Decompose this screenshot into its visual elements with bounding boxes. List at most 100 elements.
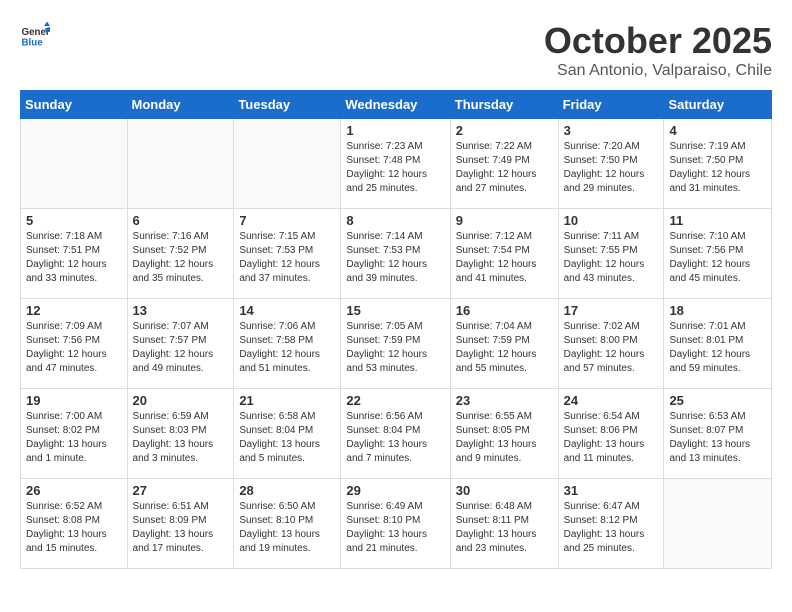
cell-info: Sunrise: 6:59 AMSunset: 8:03 PMDaylight:…	[133, 411, 214, 464]
cell-info: Sunrise: 6:53 AMSunset: 8:07 PMDaylight:…	[669, 411, 750, 464]
logo-icon: General Blue	[20, 20, 50, 50]
calendar-cell: 19 Sunrise: 7:00 AMSunset: 8:02 PMDaylig…	[21, 389, 128, 479]
month-title: October 2025	[544, 20, 772, 62]
calendar-cell: 23 Sunrise: 6:55 AMSunset: 8:05 PMDaylig…	[450, 389, 558, 479]
calendar-cell: 15 Sunrise: 7:05 AMSunset: 7:59 PMDaylig…	[341, 299, 450, 389]
cell-info: Sunrise: 7:01 AMSunset: 8:01 PMDaylight:…	[669, 321, 750, 374]
calendar-cell: 24 Sunrise: 6:54 AMSunset: 8:06 PMDaylig…	[558, 389, 664, 479]
calendar-cell: 18 Sunrise: 7:01 AMSunset: 8:01 PMDaylig…	[664, 299, 772, 389]
day-number: 25	[669, 393, 766, 408]
calendar-cell: 1 Sunrise: 7:23 AMSunset: 7:48 PMDayligh…	[341, 119, 450, 209]
calendar-cell: 2 Sunrise: 7:22 AMSunset: 7:49 PMDayligh…	[450, 119, 558, 209]
calendar-week-2: 12 Sunrise: 7:09 AMSunset: 7:56 PMDaylig…	[21, 299, 772, 389]
calendar-cell: 16 Sunrise: 7:04 AMSunset: 7:59 PMDaylig…	[450, 299, 558, 389]
col-thursday: Thursday	[450, 91, 558, 119]
day-number: 15	[346, 303, 444, 318]
day-number: 21	[239, 393, 335, 408]
location-title: San Antonio, Valparaiso, Chile	[544, 62, 772, 80]
calendar-cell: 20 Sunrise: 6:59 AMSunset: 8:03 PMDaylig…	[127, 389, 234, 479]
day-number: 3	[564, 123, 659, 138]
cell-info: Sunrise: 7:00 AMSunset: 8:02 PMDaylight:…	[26, 411, 107, 464]
day-number: 11	[669, 213, 766, 228]
cell-info: Sunrise: 6:50 AMSunset: 8:10 PMDaylight:…	[239, 501, 320, 554]
day-number: 6	[133, 213, 229, 228]
col-wednesday: Wednesday	[341, 91, 450, 119]
day-number: 10	[564, 213, 659, 228]
calendar-cell: 7 Sunrise: 7:15 AMSunset: 7:53 PMDayligh…	[234, 209, 341, 299]
calendar-cell: 5 Sunrise: 7:18 AMSunset: 7:51 PMDayligh…	[21, 209, 128, 299]
col-saturday: Saturday	[664, 91, 772, 119]
calendar-cell: 9 Sunrise: 7:12 AMSunset: 7:54 PMDayligh…	[450, 209, 558, 299]
cell-info: Sunrise: 6:54 AMSunset: 8:06 PMDaylight:…	[564, 411, 645, 464]
day-number: 18	[669, 303, 766, 318]
cell-info: Sunrise: 7:16 AMSunset: 7:52 PMDaylight:…	[133, 231, 214, 284]
cell-info: Sunrise: 6:51 AMSunset: 8:09 PMDaylight:…	[133, 501, 214, 554]
page-header: General Blue October 2025 San Antonio, V…	[20, 20, 772, 80]
cell-info: Sunrise: 7:04 AMSunset: 7:59 PMDaylight:…	[456, 321, 537, 374]
calendar-cell: 13 Sunrise: 7:07 AMSunset: 7:57 PMDaylig…	[127, 299, 234, 389]
day-number: 20	[133, 393, 229, 408]
day-number: 1	[346, 123, 444, 138]
day-number: 8	[346, 213, 444, 228]
title-section: October 2025 San Antonio, Valparaiso, Ch…	[544, 20, 772, 80]
cell-info: Sunrise: 6:58 AMSunset: 8:04 PMDaylight:…	[239, 411, 320, 464]
cell-info: Sunrise: 7:18 AMSunset: 7:51 PMDaylight:…	[26, 231, 107, 284]
day-number: 2	[456, 123, 553, 138]
day-number: 14	[239, 303, 335, 318]
calendar-cell: 31 Sunrise: 6:47 AMSunset: 8:12 PMDaylig…	[558, 479, 664, 569]
day-number: 7	[239, 213, 335, 228]
calendar-cell: 27 Sunrise: 6:51 AMSunset: 8:09 PMDaylig…	[127, 479, 234, 569]
col-friday: Friday	[558, 91, 664, 119]
cell-info: Sunrise: 7:23 AMSunset: 7:48 PMDaylight:…	[346, 141, 427, 194]
cell-info: Sunrise: 7:14 AMSunset: 7:53 PMDaylight:…	[346, 231, 427, 284]
cell-info: Sunrise: 7:07 AMSunset: 7:57 PMDaylight:…	[133, 321, 214, 374]
calendar-cell	[127, 119, 234, 209]
day-number: 23	[456, 393, 553, 408]
day-number: 13	[133, 303, 229, 318]
cell-info: Sunrise: 7:22 AMSunset: 7:49 PMDaylight:…	[456, 141, 537, 194]
cell-info: Sunrise: 7:05 AMSunset: 7:59 PMDaylight:…	[346, 321, 427, 374]
calendar-cell: 8 Sunrise: 7:14 AMSunset: 7:53 PMDayligh…	[341, 209, 450, 299]
calendar-cell: 25 Sunrise: 6:53 AMSunset: 8:07 PMDaylig…	[664, 389, 772, 479]
cell-info: Sunrise: 6:56 AMSunset: 8:04 PMDaylight:…	[346, 411, 427, 464]
svg-text:Blue: Blue	[22, 38, 44, 49]
col-monday: Monday	[127, 91, 234, 119]
logo: General Blue	[20, 20, 50, 50]
col-sunday: Sunday	[21, 91, 128, 119]
calendar-cell: 21 Sunrise: 6:58 AMSunset: 8:04 PMDaylig…	[234, 389, 341, 479]
day-number: 4	[669, 123, 766, 138]
calendar-week-0: 1 Sunrise: 7:23 AMSunset: 7:48 PMDayligh…	[21, 119, 772, 209]
calendar-cell: 22 Sunrise: 6:56 AMSunset: 8:04 PMDaylig…	[341, 389, 450, 479]
header-row: Sunday Monday Tuesday Wednesday Thursday…	[21, 91, 772, 119]
cell-info: Sunrise: 7:15 AMSunset: 7:53 PMDaylight:…	[239, 231, 320, 284]
calendar-cell	[664, 479, 772, 569]
calendar-cell: 29 Sunrise: 6:49 AMSunset: 8:10 PMDaylig…	[341, 479, 450, 569]
col-tuesday: Tuesday	[234, 91, 341, 119]
day-number: 16	[456, 303, 553, 318]
cell-info: Sunrise: 7:09 AMSunset: 7:56 PMDaylight:…	[26, 321, 107, 374]
calendar-cell	[234, 119, 341, 209]
calendar-cell: 17 Sunrise: 7:02 AMSunset: 8:00 PMDaylig…	[558, 299, 664, 389]
cell-info: Sunrise: 6:47 AMSunset: 8:12 PMDaylight:…	[564, 501, 645, 554]
cell-info: Sunrise: 6:48 AMSunset: 8:11 PMDaylight:…	[456, 501, 537, 554]
cell-info: Sunrise: 7:06 AMSunset: 7:58 PMDaylight:…	[239, 321, 320, 374]
cell-info: Sunrise: 6:55 AMSunset: 8:05 PMDaylight:…	[456, 411, 537, 464]
day-number: 26	[26, 483, 122, 498]
day-number: 19	[26, 393, 122, 408]
cell-info: Sunrise: 6:52 AMSunset: 8:08 PMDaylight:…	[26, 501, 107, 554]
calendar-cell	[21, 119, 128, 209]
calendar-cell: 3 Sunrise: 7:20 AMSunset: 7:50 PMDayligh…	[558, 119, 664, 209]
cell-info: Sunrise: 7:02 AMSunset: 8:00 PMDaylight:…	[564, 321, 645, 374]
cell-info: Sunrise: 7:12 AMSunset: 7:54 PMDaylight:…	[456, 231, 537, 284]
calendar-cell: 30 Sunrise: 6:48 AMSunset: 8:11 PMDaylig…	[450, 479, 558, 569]
day-number: 27	[133, 483, 229, 498]
calendar-week-1: 5 Sunrise: 7:18 AMSunset: 7:51 PMDayligh…	[21, 209, 772, 299]
day-number: 22	[346, 393, 444, 408]
cell-info: Sunrise: 7:10 AMSunset: 7:56 PMDaylight:…	[669, 231, 750, 284]
day-number: 30	[456, 483, 553, 498]
calendar-cell: 6 Sunrise: 7:16 AMSunset: 7:52 PMDayligh…	[127, 209, 234, 299]
day-number: 5	[26, 213, 122, 228]
day-number: 24	[564, 393, 659, 408]
calendar-week-4: 26 Sunrise: 6:52 AMSunset: 8:08 PMDaylig…	[21, 479, 772, 569]
day-number: 28	[239, 483, 335, 498]
